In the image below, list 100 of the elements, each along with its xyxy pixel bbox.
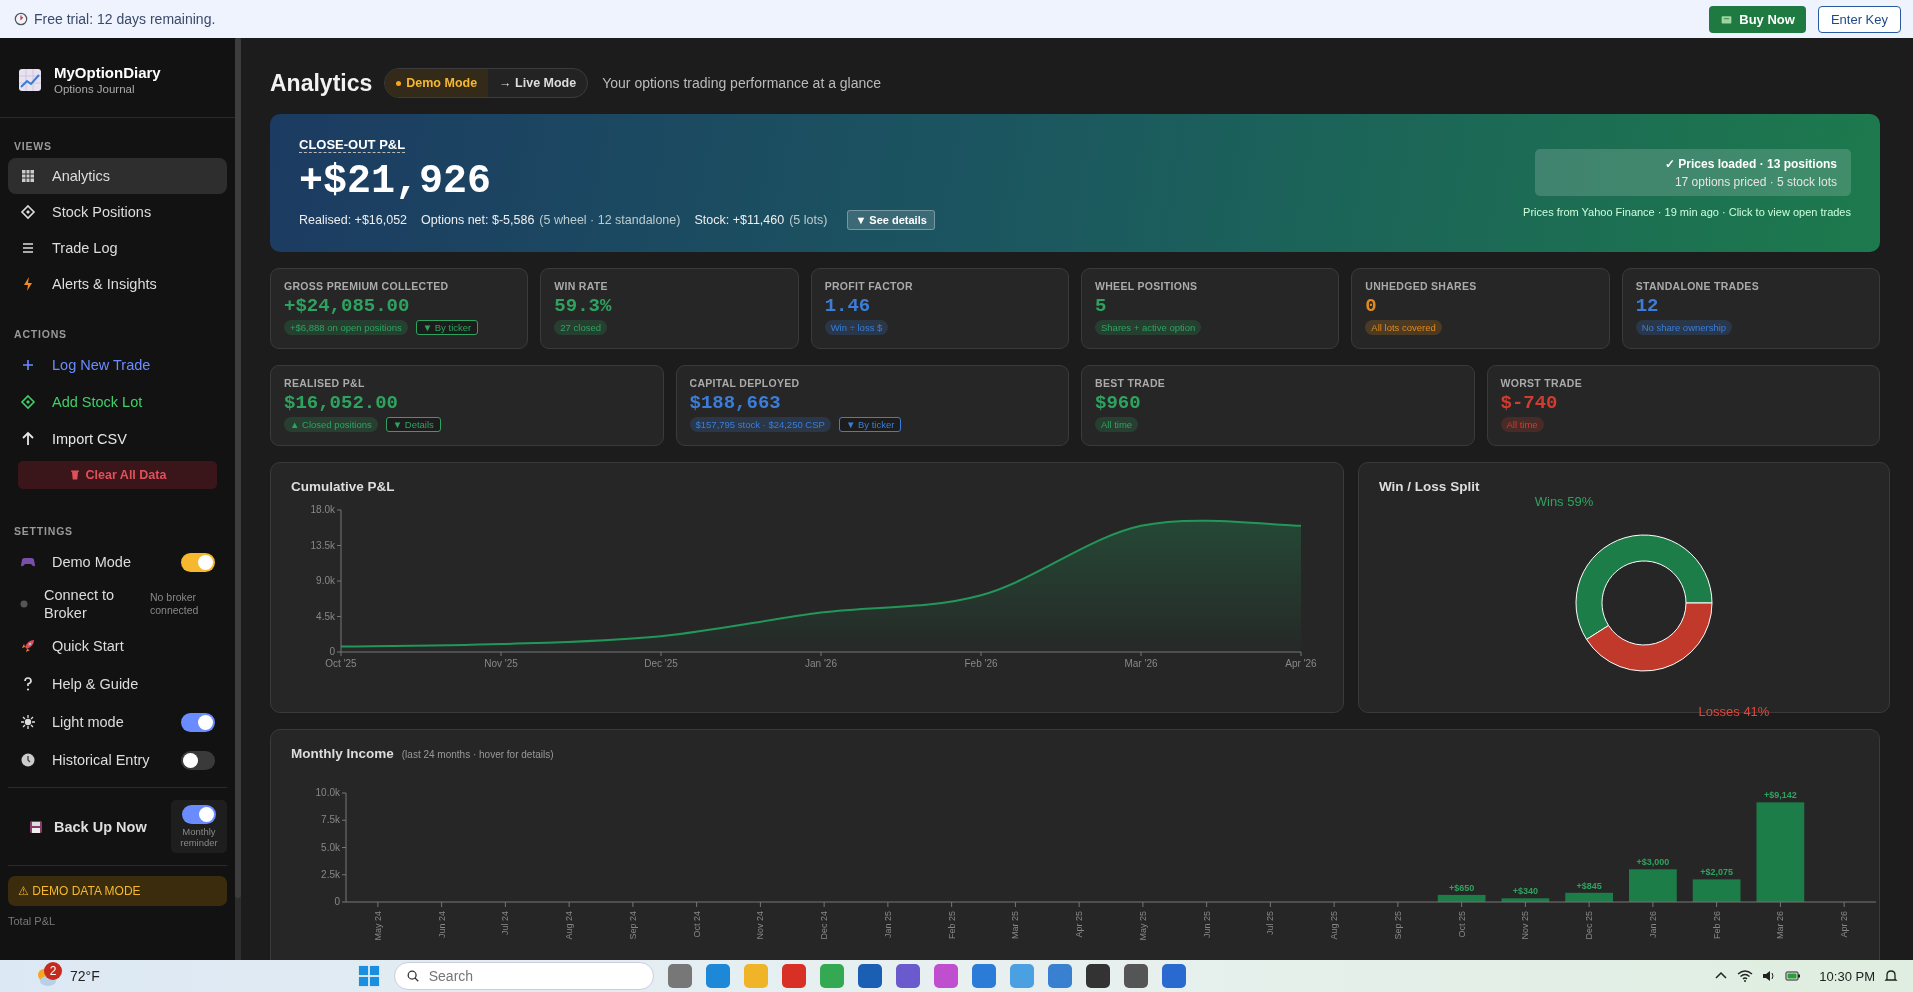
axis-label: Mar 25 bbox=[1010, 911, 1021, 939]
filter-button[interactable]: ▼ By ticker bbox=[415, 320, 479, 335]
pnl-value: +$21,926 bbox=[299, 158, 493, 204]
action-link[interactable]: Import CSV bbox=[8, 420, 227, 457]
bar-value-label: +$845 bbox=[1576, 880, 1602, 891]
app-name: MyOptionDiary bbox=[54, 64, 161, 81]
list-icon bbox=[20, 240, 36, 256]
section-title: VIEWS bbox=[13, 140, 53, 152]
breakdown-note: (5 wheel · 12 standalone) bbox=[539, 212, 681, 227]
clear-data-button[interactable]: Clear All Data bbox=[18, 461, 217, 489]
axis-label: Nov 25 bbox=[1520, 911, 1531, 940]
search-icon bbox=[405, 969, 420, 983]
setting-link[interactable]: Quick Start bbox=[52, 638, 215, 654]
bar-value-label: +$3,000 bbox=[1636, 857, 1670, 868]
stat-tag: Shares + active option bbox=[1095, 320, 1202, 335]
axis-label: 13.5k bbox=[310, 539, 335, 551]
toggle-switch[interactable] bbox=[181, 712, 215, 732]
bar bbox=[1565, 892, 1613, 902]
mode-tab[interactable]: Demo Mode bbox=[385, 69, 489, 97]
axis-label: Aug 24 bbox=[564, 911, 575, 940]
slice-label: Wins 59% bbox=[1534, 494, 1594, 509]
axis-label: Dec '25 bbox=[644, 658, 678, 669]
setting-link[interactable]: Help & Guide bbox=[52, 676, 215, 692]
enter-key-button[interactable]: Enter Key bbox=[1817, 5, 1901, 33]
axis-label: Feb 25 bbox=[946, 911, 957, 940]
app-icon[interactable] bbox=[895, 964, 920, 988]
backup-button[interactable]: Back Up Now bbox=[54, 818, 161, 835]
axis-label: Dec 24 bbox=[819, 911, 830, 940]
bar-value-label: +$650 bbox=[1449, 882, 1475, 893]
app-icon[interactable] bbox=[857, 964, 882, 988]
action-link[interactable]: Log New Trade bbox=[8, 346, 227, 383]
sun-icon bbox=[20, 714, 36, 730]
stat-label: REALISED P&L bbox=[284, 377, 366, 389]
search-field[interactable]: Search bbox=[393, 962, 654, 990]
nav-item[interactable]: Stock Positions bbox=[8, 194, 227, 230]
axis-label: 5.0k bbox=[321, 841, 340, 853]
axis-label: Nov '25 bbox=[484, 658, 518, 669]
clock-time[interactable]: 10:30 PM bbox=[1819, 968, 1875, 984]
nav-item[interactable]: Analytics bbox=[8, 158, 227, 194]
toggle-switch[interactable] bbox=[181, 750, 215, 770]
mode-tab[interactable]: → Live Mode bbox=[488, 69, 588, 97]
prices-source-link[interactable]: Prices from Yahoo Finance · 19 min ago · Click to view open trades bbox=[1523, 205, 1851, 218]
scrollbar[interactable] bbox=[235, 38, 241, 960]
axis-label: Mar '26 bbox=[1124, 658, 1158, 669]
total-pnl-label: Total P&L bbox=[7, 914, 57, 929]
nav-item[interactable]: Trade Log bbox=[8, 230, 227, 266]
upload-icon bbox=[20, 430, 36, 447]
axis-label: Sep 25 bbox=[1392, 911, 1403, 940]
app-icon[interactable] bbox=[1085, 964, 1110, 988]
stat-label: PROFIT FACTOR bbox=[824, 280, 914, 292]
stat-label: WHEEL POSITIONS bbox=[1095, 280, 1199, 292]
stat-value: $188,663 bbox=[689, 392, 782, 414]
stat-tag: +$6,888 on open positions bbox=[284, 320, 408, 335]
axis-label: 9.0k bbox=[316, 575, 335, 586]
page-subtitle: Your options trading performance at a glance bbox=[602, 75, 882, 91]
nav-item[interactable]: Alerts & Insights bbox=[8, 266, 227, 302]
connect-broker-link[interactable]: Connect to Broker bbox=[44, 586, 134, 622]
action-link[interactable]: Add Stock Lot bbox=[8, 383, 227, 420]
windows-logo-icon bbox=[357, 965, 380, 987]
stat-value: +$24,085.00 bbox=[284, 295, 411, 317]
axis-label: Mar 26 bbox=[1775, 911, 1786, 939]
clock-icon bbox=[20, 752, 36, 768]
app-icon[interactable] bbox=[1123, 964, 1148, 988]
axis-label: Jul 24 bbox=[500, 911, 511, 936]
bar bbox=[1437, 894, 1486, 902]
prices-detail: 17 options priced · 5 stock lots bbox=[1673, 174, 1837, 189]
axis-label: Oct 25 bbox=[1456, 911, 1467, 938]
stat-tag: All time bbox=[1500, 417, 1544, 432]
bar-value-label: +$2,075 bbox=[1700, 867, 1733, 878]
diamond-icon bbox=[20, 204, 36, 220]
app-subtitle: Options Journal bbox=[54, 83, 136, 95]
filter-button[interactable]: ▼ Details bbox=[385, 417, 441, 432]
toggle-switch[interactable] bbox=[182, 805, 216, 824]
battery-icon bbox=[1785, 968, 1802, 984]
axis-label: 4.5k bbox=[316, 610, 335, 622]
stat-tag: $157,795 stock · $24,250 CSP bbox=[689, 417, 831, 432]
broker-status: No broker connected bbox=[150, 591, 200, 617]
breakdown-value: Options net: $-5,586 bbox=[421, 212, 535, 227]
chart-note: (last 24 months · hover for details) bbox=[401, 749, 554, 760]
stat-value: $16,052.00 bbox=[284, 392, 400, 414]
weather-temperature[interactable]: 72°F bbox=[70, 968, 100, 984]
stat-value: $960 bbox=[1095, 392, 1142, 414]
axis-label: Jan 26 bbox=[1647, 911, 1658, 939]
status-dot-icon bbox=[20, 600, 28, 608]
setting-label: Demo Mode bbox=[52, 554, 132, 570]
axis-label: Feb '26 bbox=[964, 658, 998, 669]
stat-label: BEST TRADE bbox=[1095, 377, 1167, 389]
axis-label: Dec 25 bbox=[1584, 911, 1595, 940]
stat-value: 12 bbox=[1635, 295, 1660, 317]
stat-tag: No share ownership bbox=[1635, 320, 1733, 335]
stat-label: WORST TRADE bbox=[1500, 377, 1583, 389]
prices-status-panel[interactable]: ✓ Prices loaded · 13 positions 17 options priced · 5 stock lots bbox=[1534, 148, 1851, 196]
see-details-button[interactable]: ▼ See details bbox=[847, 209, 935, 230]
buy-now-button[interactable]: Buy Now bbox=[1709, 5, 1806, 33]
stat-value: 0 bbox=[1365, 295, 1378, 317]
axis-label: Aug 25 bbox=[1329, 911, 1340, 940]
toggle-switch[interactable] bbox=[181, 552, 215, 572]
axis-label: Feb 26 bbox=[1711, 911, 1722, 940]
bell-icon bbox=[1883, 968, 1899, 984]
filter-button[interactable]: ▼ By ticker bbox=[838, 417, 902, 432]
